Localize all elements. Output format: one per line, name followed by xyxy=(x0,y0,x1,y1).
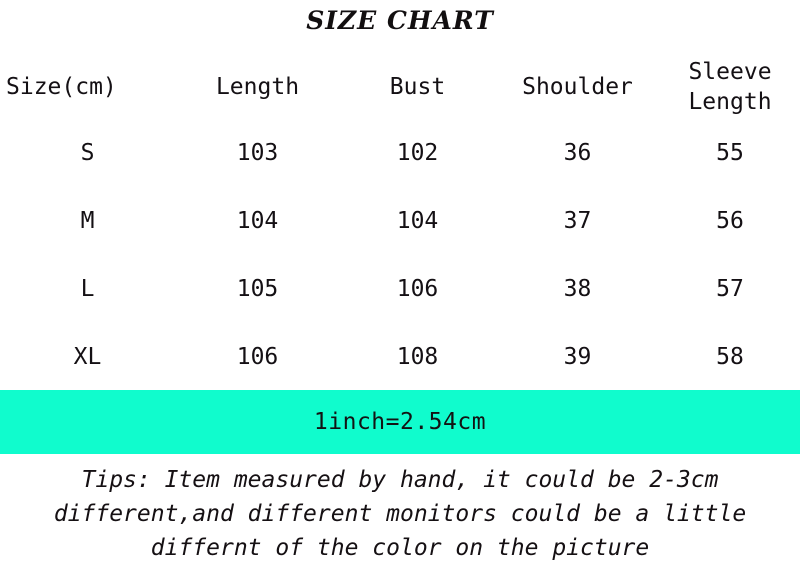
table-row: L 105 106 38 57 xyxy=(0,255,800,323)
table-row: XL 106 108 39 58 xyxy=(0,323,800,391)
cell-bust: 104 xyxy=(396,208,439,234)
column-header-size: Size(cm) xyxy=(6,74,117,100)
table-row: M 104 104 37 56 xyxy=(0,187,800,255)
cell-bust: 106 xyxy=(396,276,439,302)
cell-bust: 102 xyxy=(396,140,439,166)
cell-shoulder: 39 xyxy=(563,344,592,370)
tips-line-3: differnt of the color on the picture xyxy=(150,535,650,561)
table-header-row: Size(cm) Length Bust Shoulder Sleeve Len… xyxy=(0,55,800,119)
cell-length: 103 xyxy=(236,140,279,166)
column-header-length: Length xyxy=(215,74,300,100)
size-chart-page: SIZE CHART Size(cm) Length Bust Shoulder… xyxy=(0,0,800,570)
column-header-sleeve-line1: Sleeve xyxy=(688,59,772,85)
unit-conversion-banner: 1inch=2.54cm xyxy=(0,390,800,454)
cell-bust: 108 xyxy=(396,344,439,370)
cell-sleeve-length: 56 xyxy=(716,208,744,234)
cell-size: S xyxy=(80,140,95,166)
cell-sleeve-length: 55 xyxy=(716,140,744,166)
table-row: S 103 102 36 55 xyxy=(0,119,800,187)
cell-size: L xyxy=(80,276,95,302)
cell-shoulder: 37 xyxy=(563,208,592,234)
cell-length: 105 xyxy=(236,276,279,302)
column-header-shoulder: Shoulder xyxy=(522,74,633,100)
page-title: SIZE CHART xyxy=(306,6,494,35)
cell-size: M xyxy=(80,208,95,234)
column-header-sleeve-line2: Length xyxy=(688,89,772,115)
tips-note: Tips: Item measured by hand, it could be… xyxy=(0,463,800,565)
cell-shoulder: 36 xyxy=(563,140,592,166)
cell-sleeve-length: 57 xyxy=(716,276,744,302)
cell-shoulder: 38 xyxy=(563,276,592,302)
unit-conversion-text: 1inch=2.54cm xyxy=(313,409,487,435)
table-body: S 103 102 36 55 M 104 104 37 56 L 105 10… xyxy=(0,119,800,391)
cell-length: 106 xyxy=(236,344,279,370)
size-chart-table: Size(cm) Length Bust Shoulder Sleeve Len… xyxy=(0,55,800,391)
cell-size: XL xyxy=(73,344,102,370)
cell-sleeve-length: 58 xyxy=(716,344,744,370)
cell-length: 104 xyxy=(236,208,279,234)
tips-line-1: Tips: Item measured by hand, it could be… xyxy=(81,467,719,493)
table-header: Size(cm) Length Bust Shoulder Sleeve Len… xyxy=(0,55,800,119)
column-header-sleeve-length: Sleeve Length xyxy=(660,55,800,119)
column-header-bust: Bust xyxy=(389,74,446,100)
tips-line-2: different,and different monitors could b… xyxy=(53,501,747,527)
